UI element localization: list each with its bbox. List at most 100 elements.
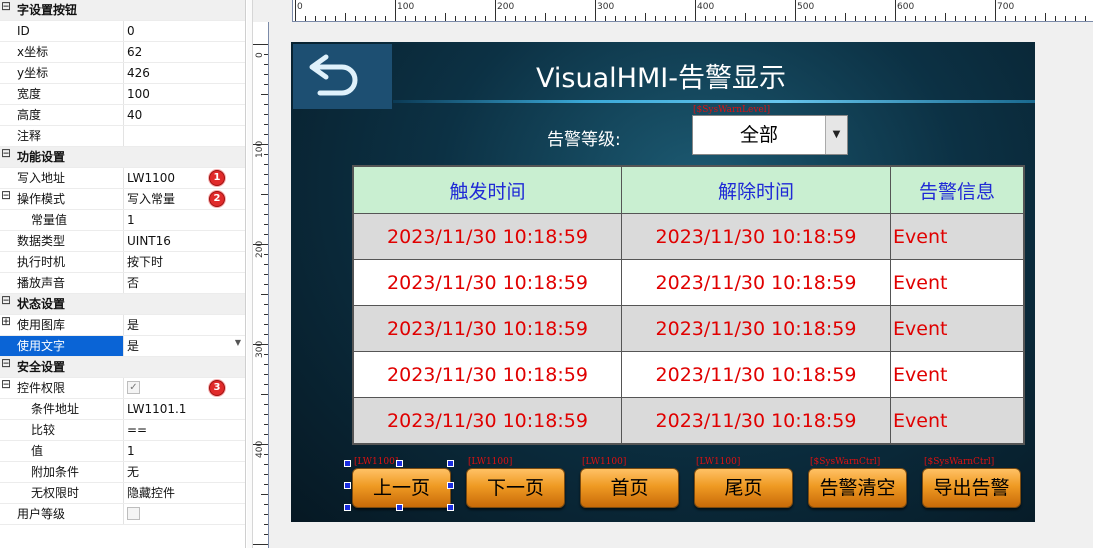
ruler-tick: [264, 214, 268, 215]
property-value[interactable]: 100: [125, 84, 245, 104]
ruler-tick: [345, 13, 346, 21]
ruler-tick: [405, 16, 406, 21]
property-value[interactable]: 62: [125, 42, 245, 62]
table-cell: 2023/11/30 10:18:59: [622, 352, 891, 397]
resize-handle[interactable]: [344, 460, 351, 467]
property-value[interactable]: 1: [125, 441, 245, 461]
property-row[interactable]: ⊟ 控件权限 ✓ 3: [0, 378, 245, 399]
table-row[interactable]: 2023/11/30 10:18:59 2023/11/30 10:18:59 Ev…: [354, 397, 1023, 443]
property-value[interactable]: [125, 504, 245, 524]
property-value[interactable]: LW1101.1: [125, 399, 245, 419]
table-row[interactable]: 2023/11/30 10:18:59 2023/11/30 10:18:59 Ev…: [354, 351, 1023, 397]
property-value[interactable]: 426: [125, 63, 245, 83]
property-row[interactable]: x坐标 62: [0, 42, 245, 63]
property-category[interactable]: ⊟ 功能设置: [0, 147, 245, 168]
table-row[interactable]: 2023/11/30 10:18:59 2023/11/30 10:18:59 Ev…: [354, 213, 1023, 259]
design-canvas[interactable]: 0 100 200 300 400 500 600 700 0 100 200 300 400 Vis…: [247, 0, 1093, 548]
ruler-tick: [755, 16, 756, 21]
property-row[interactable]: 条件地址 LW1101.1: [0, 399, 245, 420]
property-value[interactable]: UINT16: [125, 231, 245, 251]
ruler-tick: [1085, 16, 1086, 21]
column-header[interactable]: 触发时间: [354, 167, 622, 213]
resize-handle[interactable]: [344, 482, 351, 489]
ruler-tick: [264, 114, 268, 115]
property-value[interactable]: 是: [125, 315, 245, 335]
checkbox[interactable]: ✓: [127, 381, 140, 394]
property-value[interactable]: 写入常量: [125, 189, 245, 209]
property-value[interactable]: 按下时: [125, 252, 245, 272]
property-row[interactable]: 值1: [0, 441, 245, 462]
ruler-tick: [615, 16, 616, 21]
property-row[interactable]: y坐标 426: [0, 63, 245, 84]
property-row[interactable]: 数据类型 UINT16: [0, 231, 245, 252]
property-category[interactable]: ⊟ 字设置按钮: [0, 0, 245, 21]
property-value[interactable]: 无: [125, 462, 245, 482]
clear-alarms-button[interactable]: 告警清空: [808, 468, 907, 508]
export-alarms-button[interactable]: 导出告警: [922, 468, 1021, 508]
ruler-tick: [985, 16, 986, 21]
property-value[interactable]: 1: [125, 210, 245, 230]
checkbox[interactable]: [127, 507, 140, 520]
property-category[interactable]: ⊟ 安全设置: [0, 357, 245, 378]
property-row[interactable]: ⊞ 使用图库是: [0, 315, 245, 336]
last-page-button[interactable]: 尾页: [694, 468, 793, 508]
ruler-tick: [455, 16, 456, 21]
table-cell: 2023/11/30 10:18:59: [622, 214, 891, 259]
resize-handle[interactable]: [395, 504, 403, 511]
property-row[interactable]: 常量值 1: [0, 210, 245, 231]
property-row[interactable]: 附加条件无: [0, 462, 245, 483]
ruler-tick: [264, 134, 268, 135]
warn-level-select[interactable]: 全部 ▼: [692, 115, 848, 155]
ruler-tick: [264, 104, 268, 105]
column-header[interactable]: 解除时间: [622, 167, 891, 213]
property-row[interactable]: ⊞使用文字是▼: [0, 336, 245, 357]
address-tag: [LW1100]: [582, 457, 627, 467]
resize-handle[interactable]: [447, 504, 454, 511]
property-row[interactable]: ⊟ 操作模式 写入常量 2: [0, 189, 245, 210]
property-row[interactable]: 比较 ==: [0, 420, 245, 441]
property-key: 写入地址: [0, 168, 124, 188]
chevron-down-icon[interactable]: ▼: [235, 338, 241, 347]
property-category[interactable]: ⊟ 状态设置: [0, 294, 245, 315]
property-row[interactable]: 高度 40: [0, 105, 245, 126]
resize-handle[interactable]: [395, 460, 403, 467]
property-row[interactable]: 无权限时 隐藏控件: [0, 483, 245, 504]
warn-level-address-tag: [$SysWarnLevel]: [693, 105, 771, 115]
ruler-tick: [785, 16, 786, 21]
chevron-down-icon[interactable]: ▼: [825, 116, 847, 154]
property-row[interactable]: 执行时机 按下时: [0, 252, 245, 273]
ruler-tick: [1015, 16, 1016, 21]
property-row[interactable]: 用户等级: [0, 504, 245, 525]
next-page-button[interactable]: 下一页: [466, 468, 565, 508]
ruler-label: 500: [797, 2, 815, 12]
table-row[interactable]: 2023/11/30 10:18:59 2023/11/30 10:18:59 Ev…: [354, 259, 1023, 305]
property-value[interactable]: 40: [125, 105, 245, 125]
property-value[interactable]: 隐藏控件: [125, 483, 245, 503]
property-value[interactable]: ==: [125, 420, 245, 440]
property-value[interactable]: 0: [125, 21, 245, 41]
prev-page-button[interactable]: 上一页: [352, 468, 451, 508]
table-cell: Event: [893, 225, 948, 248]
property-value[interactable]: LW1100: [125, 168, 245, 188]
table-cell: 2023/11/30 10:18:59: [354, 260, 622, 305]
column-header[interactable]: 告警信息: [891, 167, 1023, 213]
property-row[interactable]: 宽度 100: [0, 84, 245, 105]
ruler-tick: [264, 534, 268, 535]
back-button[interactable]: [293, 44, 392, 109]
property-row[interactable]: 写入地址 LW1100 1: [0, 168, 245, 189]
resize-handle[interactable]: [344, 504, 351, 511]
table-row[interactable]: 2023/11/30 10:18:59 2023/11/30 10:18:59 Ev…: [354, 305, 1023, 351]
property-row[interactable]: ID 0: [0, 21, 245, 42]
property-value[interactable]: 否: [125, 273, 245, 293]
ruler-tick: [445, 13, 446, 21]
resize-handle[interactable]: [447, 482, 454, 489]
resize-handle[interactable]: [447, 460, 454, 467]
property-value[interactable]: 是: [125, 336, 245, 356]
property-value[interactable]: [125, 126, 245, 146]
address-tag: [$SysWarnCtrl]: [810, 457, 881, 467]
first-page-button[interactable]: 首页: [580, 468, 679, 508]
property-row[interactable]: 播放声音否: [0, 273, 245, 294]
property-value[interactable]: ✓: [125, 378, 245, 398]
property-row[interactable]: 注释: [0, 126, 245, 147]
ruler-tick: [395, 0, 396, 21]
